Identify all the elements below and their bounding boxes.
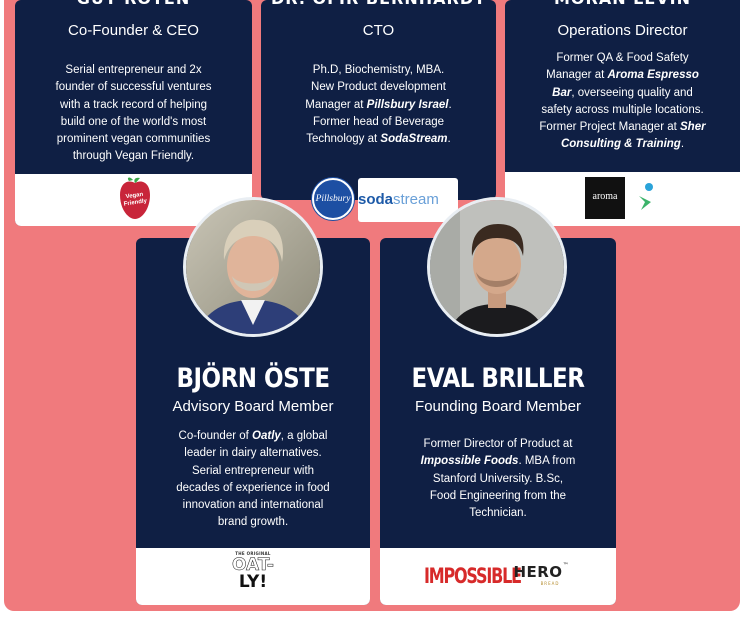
- member-role: Advisory Board Member: [172, 398, 334, 415]
- member-name: MORAN LEVIN: [505, 0, 740, 9]
- logo-strip: THE ORIGINAL OAT- LY!: [136, 548, 370, 605]
- member-name: DR. OFIR BERNHARDT: [261, 0, 496, 9]
- team-card-ceo: GUY ROTEN Co-Founder & CEO Serial entrep…: [15, 0, 252, 226]
- team-card-operations: MORAN LEVIN Operations Director Former Q…: [505, 0, 740, 226]
- member-name: BJÖRN ÖSTE: [176, 364, 330, 394]
- team-card-cto: DR. OFIR BERNHARDT CTO Ph.D, Biochemistr…: [261, 0, 496, 200]
- eval-briller-photo: [427, 197, 567, 337]
- member-bio: Ph.D, Biochemistry, MBA. New Product dev…: [305, 64, 452, 146]
- cto-logo-strip: Pillsbury sodastream: [298, 176, 458, 224]
- member-role: CTO: [362, 22, 395, 39]
- member-bio: Co-founder of Oatly, a global leader in …: [176, 430, 330, 529]
- member-role: Founding Board Member: [415, 398, 581, 415]
- vegan-friendly-logo: Vegan Friendly: [118, 177, 152, 221]
- aroma-logo: aroma: [585, 177, 625, 219]
- logo-strip: IMPOSSIBLE HERO™ BREAD: [380, 548, 616, 605]
- bjorn-oste-photo: [183, 197, 323, 337]
- member-name: EVAL BRILLER: [411, 364, 585, 394]
- member-name: GUY ROTEN: [15, 0, 252, 9]
- sodastream-logo: sodastream: [358, 178, 458, 222]
- member-bio: Former QA & Food Safety Manager at Aroma…: [539, 52, 706, 151]
- pillsbury-logo: Pillsbury: [312, 178, 354, 220]
- member-bio: Serial entrepreneur and 2x founder of su…: [55, 64, 212, 163]
- member-bio: Former Director of Product at Impossible…: [420, 438, 576, 520]
- sher-logo: [637, 182, 657, 214]
- oatly-logo: THE ORIGINAL OAT- LY!: [232, 551, 275, 592]
- member-role: Co-Founder & CEO: [68, 22, 199, 39]
- member-role: Operations Director: [557, 22, 688, 39]
- hero-bread-logo: HERO™ BREAD: [513, 562, 569, 586]
- impossible-logo: IMPOSSIBLE: [424, 562, 522, 589]
